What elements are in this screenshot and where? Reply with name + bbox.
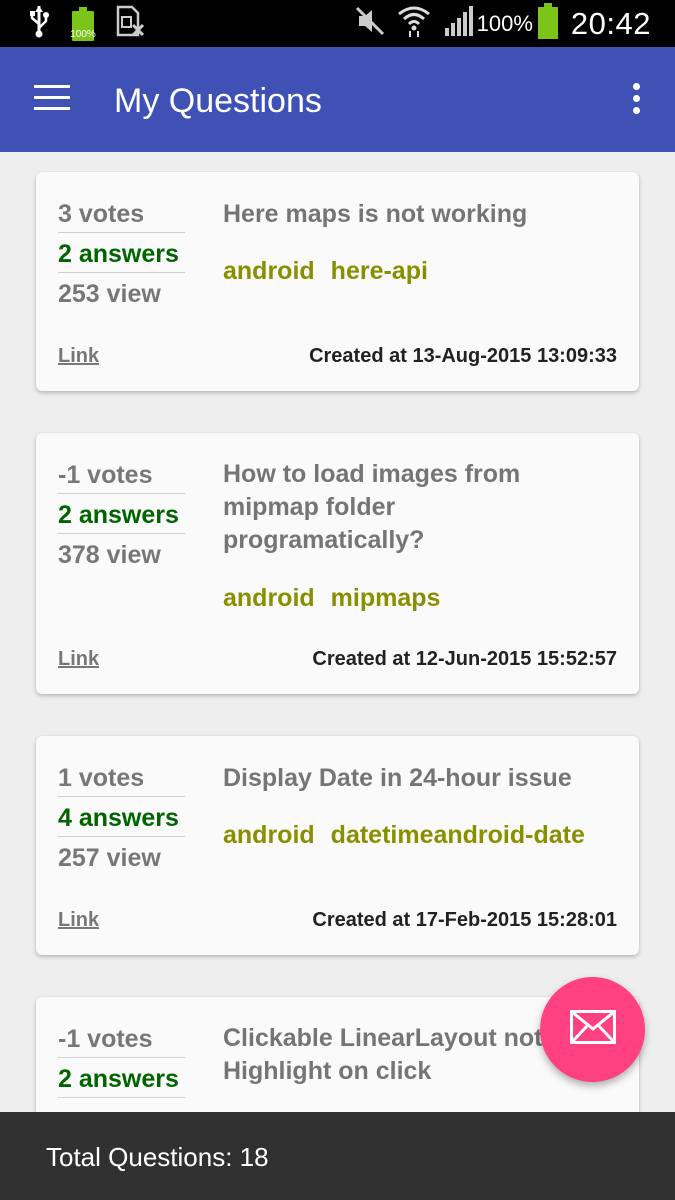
- more-options-icon[interactable]: [631, 83, 641, 117]
- created-timestamp: Created at 13-Aug-2015 13:09:33: [309, 345, 617, 367]
- total-questions-label: Total Questions: 18: [46, 1142, 269, 1172]
- question-title[interactable]: Display Date in 24-hour issue: [223, 762, 623, 795]
- tag[interactable]: mipmaps: [331, 582, 441, 614]
- answers-count: 2 answers: [58, 501, 179, 529]
- answers-count: 2 answers: [58, 1065, 179, 1093]
- tag-list: android datetimeandroid-date: [223, 819, 601, 851]
- tag[interactable]: android: [223, 582, 315, 614]
- divider: [58, 1057, 185, 1058]
- hamburger-menu-icon[interactable]: [34, 85, 70, 113]
- tag[interactable]: here-api: [331, 255, 428, 287]
- tag-list: android here-api: [223, 255, 444, 287]
- battery-percent: 100%: [476, 10, 533, 36]
- mail-icon: [569, 1010, 616, 1049]
- tag-list: android mipmaps: [223, 582, 456, 614]
- votes-count: -1 votes: [58, 1025, 153, 1053]
- divider: [58, 232, 185, 233]
- tag[interactable]: android: [223, 255, 315, 287]
- question-title[interactable]: Here maps is not working: [223, 198, 623, 231]
- question-title[interactable]: How to load images from mipmap folder pr…: [223, 458, 563, 557]
- divider: [58, 533, 185, 534]
- created-timestamp: Created at 12-Jun-2015 15:52:57: [312, 648, 617, 670]
- status-bar-left: 100%: [28, 4, 164, 43]
- question-link[interactable]: Link: [58, 343, 99, 369]
- votes-count: -1 votes: [58, 461, 153, 489]
- votes-count: 3 votes: [58, 200, 145, 228]
- signal-icon: [443, 6, 473, 41]
- tag[interactable]: datetimeandroid-date: [331, 819, 585, 851]
- footer-bar: Total Questions: 18: [0, 1112, 675, 1200]
- battery-small-icon: 100%: [70, 6, 96, 41]
- status-bar-right: 100% 20:42: [343, 3, 651, 44]
- screen: 100% 100% 20:42 My Questions 3 votes 2 a…: [0, 0, 675, 1200]
- views-count: 378 view: [58, 541, 161, 569]
- votes-count: 1 votes: [58, 764, 145, 792]
- question-card[interactable]: -1 votes 2 answers 378 view How to load …: [36, 433, 639, 694]
- usb-icon: [28, 4, 50, 43]
- app-bar: My Questions: [0, 47, 675, 152]
- question-link[interactable]: Link: [58, 646, 99, 672]
- battery-small-label: 100%: [70, 28, 96, 40]
- status-bar: 100% 100% 20:42: [0, 0, 675, 47]
- battery-icon: [537, 3, 559, 44]
- page-title: My Questions: [114, 82, 322, 120]
- answers-count: 2 answers: [58, 240, 179, 268]
- created-timestamp: Created at 17-Feb-2015 15:28:01: [312, 909, 617, 931]
- question-list[interactable]: 3 votes 2 answers 253 view Here maps is …: [0, 152, 675, 1112]
- mute-icon: [355, 6, 385, 41]
- tag[interactable]: android: [223, 819, 315, 851]
- clock: 20:42: [570, 5, 651, 41]
- divider: [58, 493, 185, 494]
- divider: [58, 1097, 185, 1098]
- question-link[interactable]: Link: [58, 907, 99, 933]
- divider: [58, 272, 185, 273]
- answers-count: 4 answers: [58, 804, 179, 832]
- wifi-icon: [397, 4, 431, 43]
- divider: [58, 796, 185, 797]
- views-count: 253 view: [58, 280, 161, 308]
- sim-card-icon: [116, 5, 145, 42]
- question-card[interactable]: 1 votes 4 answers 257 view Display Date …: [36, 736, 639, 955]
- question-card[interactable]: 3 votes 2 answers 253 view Here maps is …: [36, 172, 639, 391]
- question-title[interactable]: Clickable LinearLayout not Highlight on …: [223, 1022, 563, 1088]
- compose-message-button[interactable]: [540, 977, 645, 1082]
- views-count: 257 view: [58, 844, 161, 872]
- divider: [58, 836, 185, 837]
